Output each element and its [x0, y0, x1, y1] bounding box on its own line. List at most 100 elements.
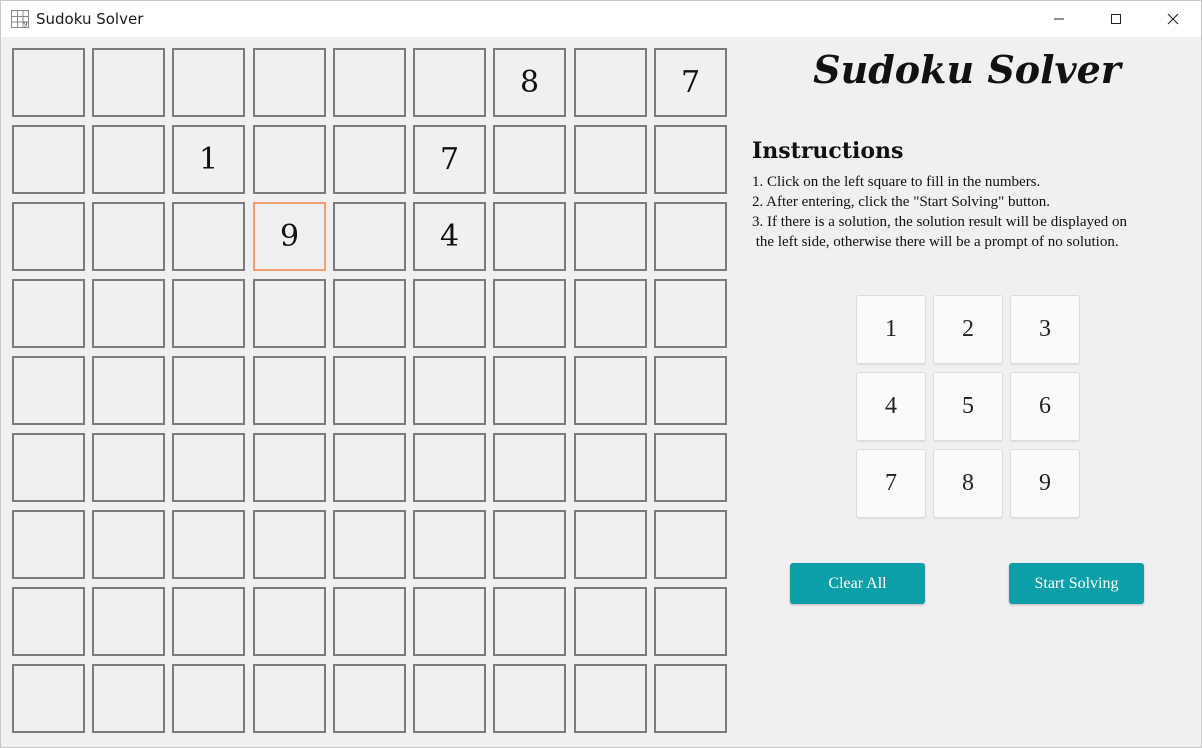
instruction-line-3: 3. If there is a solution, the solution … — [752, 214, 1127, 230]
sudoku-cell-r4c5[interactable] — [333, 279, 406, 348]
sudoku-grid-icon: 9 — [11, 10, 29, 29]
sudoku-cell-r6c5[interactable] — [333, 433, 406, 502]
sudoku-cell-r8c2[interactable] — [92, 587, 165, 656]
sudoku-cell-r6c8[interactable] — [574, 433, 647, 502]
sudoku-cell-r6c7[interactable] — [493, 433, 566, 502]
sudoku-cell-r3c6[interactable]: 4 — [413, 202, 486, 271]
sudoku-cell-r8c5[interactable] — [333, 587, 406, 656]
sudoku-cell-r8c4[interactable] — [253, 587, 326, 656]
sudoku-cell-r8c3[interactable] — [172, 587, 245, 656]
sudoku-cell-r2c8[interactable] — [574, 125, 647, 194]
sudoku-cell-r1c6[interactable] — [413, 48, 486, 117]
numpad-button-3[interactable]: 3 — [1010, 295, 1080, 364]
sudoku-cell-r2c4[interactable] — [253, 125, 326, 194]
maximize-button[interactable] — [1088, 1, 1144, 37]
sudoku-cell-r1c5[interactable] — [333, 48, 406, 117]
sudoku-cell-r8c9[interactable] — [654, 587, 727, 656]
sudoku-cell-r5c2[interactable] — [92, 356, 165, 425]
sudoku-cell-r4c6[interactable] — [413, 279, 486, 348]
minimize-button[interactable] — [1031, 1, 1087, 37]
sudoku-cell-r1c1[interactable] — [12, 48, 85, 117]
numpad-button-7[interactable]: 7 — [856, 449, 926, 518]
sudoku-cell-r3c8[interactable] — [574, 202, 647, 271]
sudoku-cell-r3c5[interactable] — [333, 202, 406, 271]
numpad-button-1[interactable]: 1 — [856, 295, 926, 364]
sudoku-cell-r8c1[interactable] — [12, 587, 85, 656]
sudoku-cell-r7c2[interactable] — [92, 510, 165, 579]
sudoku-cell-r6c6[interactable] — [413, 433, 486, 502]
sudoku-cell-r2c7[interactable] — [493, 125, 566, 194]
sudoku-cell-r1c8[interactable] — [574, 48, 647, 117]
sudoku-cell-r7c7[interactable] — [493, 510, 566, 579]
sudoku-cell-r4c2[interactable] — [92, 279, 165, 348]
app-heading: Sudoku Solver — [813, 47, 1121, 92]
sudoku-cell-r8c8[interactable] — [574, 587, 647, 656]
sudoku-cell-r2c3[interactable]: 1 — [172, 125, 245, 194]
sudoku-cell-r5c5[interactable] — [333, 356, 406, 425]
numpad-button-2[interactable]: 2 — [933, 295, 1003, 364]
sudoku-cell-r4c3[interactable] — [172, 279, 245, 348]
sudoku-cell-r7c6[interactable] — [413, 510, 486, 579]
sudoku-cell-r2c1[interactable] — [12, 125, 85, 194]
sudoku-cell-r6c4[interactable] — [253, 433, 326, 502]
sudoku-cell-r5c4[interactable] — [253, 356, 326, 425]
sudoku-cell-r6c3[interactable] — [172, 433, 245, 502]
sudoku-cell-r8c7[interactable] — [493, 587, 566, 656]
sudoku-cell-r3c7[interactable] — [493, 202, 566, 271]
start-solving-button[interactable]: Start Solving — [1009, 563, 1144, 604]
numpad-button-6[interactable]: 6 — [1010, 372, 1080, 441]
sudoku-cell-r3c4[interactable]: 9 — [253, 202, 326, 271]
sudoku-cell-r1c7[interactable]: 8 — [493, 48, 566, 117]
sudoku-cell-r6c9[interactable] — [654, 433, 727, 502]
sudoku-cell-r5c3[interactable] — [172, 356, 245, 425]
sudoku-cell-r7c4[interactable] — [253, 510, 326, 579]
sudoku-cell-r2c5[interactable] — [333, 125, 406, 194]
sudoku-cell-r3c2[interactable] — [92, 202, 165, 271]
sudoku-cell-r3c1[interactable] — [12, 202, 85, 271]
sudoku-cell-r7c8[interactable] — [574, 510, 647, 579]
sudoku-cell-r3c3[interactable] — [172, 202, 245, 271]
sudoku-cell-r4c7[interactable] — [493, 279, 566, 348]
numpad-button-8[interactable]: 8 — [933, 449, 1003, 518]
minimize-icon — [1053, 13, 1065, 25]
close-button[interactable] — [1145, 1, 1201, 37]
sudoku-cell-r6c1[interactable] — [12, 433, 85, 502]
clear-all-button[interactable]: Clear All — [790, 563, 925, 604]
sudoku-cell-r4c9[interactable] — [654, 279, 727, 348]
sudoku-cell-r3c9[interactable] — [654, 202, 727, 271]
sudoku-cell-r7c9[interactable] — [654, 510, 727, 579]
sudoku-cell-r5c6[interactable] — [413, 356, 486, 425]
sudoku-cell-r2c6[interactable]: 7 — [413, 125, 486, 194]
sudoku-cell-r1c3[interactable] — [172, 48, 245, 117]
sudoku-cell-r4c4[interactable] — [253, 279, 326, 348]
sudoku-cell-r4c1[interactable] — [12, 279, 85, 348]
sudoku-cell-r7c1[interactable] — [12, 510, 85, 579]
sudoku-cell-r9c6[interactable] — [413, 664, 486, 733]
sudoku-cell-r4c8[interactable] — [574, 279, 647, 348]
sudoku-cell-r9c9[interactable] — [654, 664, 727, 733]
sudoku-cell-r9c5[interactable] — [333, 664, 406, 733]
sudoku-cell-r9c1[interactable] — [12, 664, 85, 733]
sudoku-cell-r7c5[interactable] — [333, 510, 406, 579]
sudoku-cell-r5c8[interactable] — [574, 356, 647, 425]
sudoku-cell-r7c3[interactable] — [172, 510, 245, 579]
sudoku-cell-r5c7[interactable] — [493, 356, 566, 425]
sudoku-cell-r9c4[interactable] — [253, 664, 326, 733]
sudoku-cell-r9c2[interactable] — [92, 664, 165, 733]
sudoku-cell-r8c6[interactable] — [413, 587, 486, 656]
numpad-button-4[interactable]: 4 — [856, 372, 926, 441]
sudoku-cell-r1c4[interactable] — [253, 48, 326, 117]
sudoku-cell-r1c9[interactable]: 7 — [654, 48, 727, 117]
numpad-button-5[interactable]: 5 — [933, 372, 1003, 441]
sudoku-cell-r6c2[interactable] — [92, 433, 165, 502]
sudoku-cell-r2c9[interactable] — [654, 125, 727, 194]
sudoku-cell-r9c7[interactable] — [493, 664, 566, 733]
instruction-line-2: 2. After entering, click the "Start Solv… — [752, 194, 1051, 210]
sudoku-cell-r1c2[interactable] — [92, 48, 165, 117]
sudoku-cell-r5c1[interactable] — [12, 356, 85, 425]
sudoku-cell-r9c8[interactable] — [574, 664, 647, 733]
numpad-button-9[interactable]: 9 — [1010, 449, 1080, 518]
sudoku-cell-r2c2[interactable] — [92, 125, 165, 194]
sudoku-cell-r5c9[interactable] — [654, 356, 727, 425]
sudoku-cell-r9c3[interactable] — [172, 664, 245, 733]
